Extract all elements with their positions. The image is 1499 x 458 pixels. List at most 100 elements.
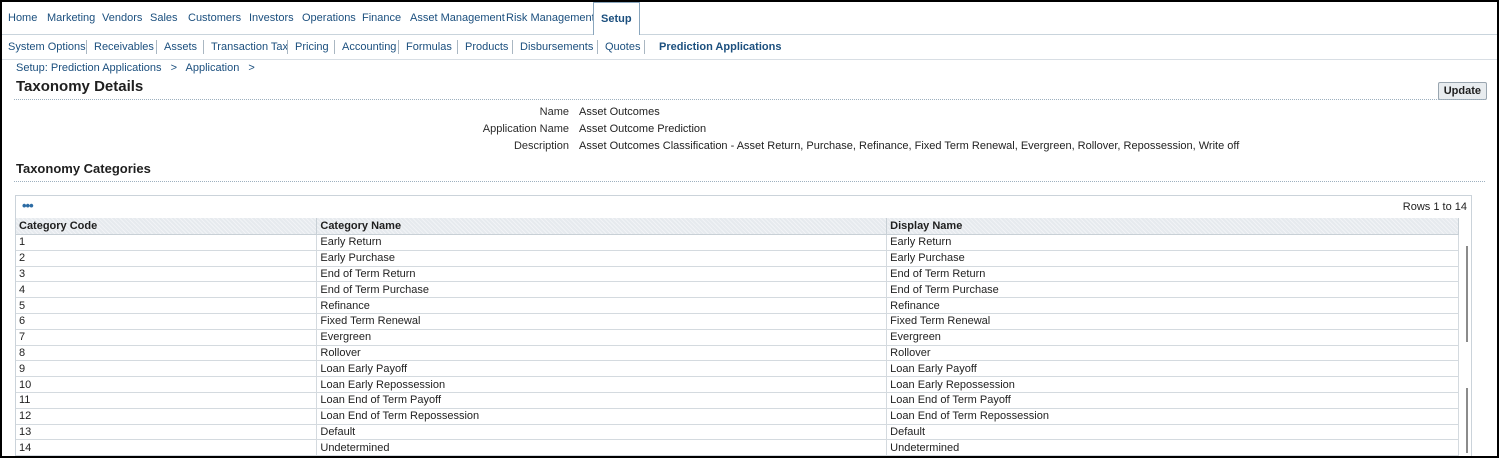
section-divider xyxy=(14,181,1485,182)
subtab-accounting[interactable]: Accounting xyxy=(342,35,396,59)
breadcrumb-separator: > xyxy=(248,62,255,74)
subtab-separator xyxy=(457,40,458,54)
categories-table: Category Code Category Name Display Name… xyxy=(16,218,1459,456)
category-code-cell: 9 xyxy=(16,360,318,378)
table-row: 8 Rollover Rollover xyxy=(16,345,1459,362)
column-header-display-name[interactable]: Display Name xyxy=(886,218,1459,235)
description-label: Description xyxy=(513,140,569,152)
more-actions-icon[interactable]: ••• xyxy=(22,198,34,213)
name-label: Name xyxy=(539,106,569,118)
table-row: 13 Default Default xyxy=(16,424,1459,441)
app-window: Home Marketing Vendors Sales Customers I… xyxy=(0,0,1499,458)
category-name-cell: Early Purchase xyxy=(316,250,888,267)
category-name-cell: Undetermined xyxy=(316,439,888,456)
display-name-cell: Undetermined xyxy=(886,439,1459,456)
subtab-transaction-tax[interactable]: Transaction Tax xyxy=(211,35,288,59)
display-name-cell: Rollover xyxy=(886,345,1459,362)
category-name-cell: Early Return xyxy=(316,234,888,251)
update-button[interactable]: Update xyxy=(1437,82,1487,100)
category-code-cell: 2 xyxy=(16,250,318,267)
display-name-cell: Early Purchase xyxy=(886,250,1459,267)
subtab-separator xyxy=(203,40,204,54)
title-divider xyxy=(14,99,1485,100)
category-name-cell: Loan Early Repossession xyxy=(316,376,888,393)
sub-tab-bar: System Options Receivables Assets Transa… xyxy=(2,35,1497,60)
category-code-cell: 3 xyxy=(16,266,318,283)
category-code-cell: 12 xyxy=(16,408,318,425)
category-code-cell: 8 xyxy=(16,345,318,362)
subtab-quotes[interactable]: Quotes xyxy=(605,35,640,59)
display-name-cell: Evergreen xyxy=(886,329,1459,346)
breadcrumb-link-application[interactable]: Application xyxy=(186,62,240,74)
column-header-category-name[interactable]: Category Name xyxy=(316,218,888,235)
subtab-products[interactable]: Products xyxy=(465,35,508,59)
table-toolbar: ••• Rows 1 to 14 xyxy=(16,196,1471,218)
subtab-receivables[interactable]: Receivables xyxy=(94,35,154,59)
table-row: 3 End of Term Return End of Term Return xyxy=(16,266,1459,283)
table-row: 11 Loan End of Term Payoff Loan End of Ter… xyxy=(16,392,1459,409)
category-code-cell: 1 xyxy=(16,234,318,251)
tab-finance[interactable]: Finance xyxy=(362,2,401,34)
subtab-separator xyxy=(156,40,157,54)
display-name-cell: End of Term Purchase xyxy=(886,281,1459,299)
scrollbar-track xyxy=(1466,388,1468,453)
table-row: 14 Undetermined Undetermined xyxy=(16,439,1459,456)
tab-investors[interactable]: Investors xyxy=(249,2,294,34)
table-row: 12 Loan End of Term Repossession Loan End … xyxy=(16,408,1459,425)
subtab-assets[interactable]: Assets xyxy=(164,35,197,59)
table-row: 7 Evergreen Evergreen xyxy=(16,329,1459,346)
subtab-formulas[interactable]: Formulas xyxy=(406,35,452,59)
table-row: 5 Refinance Refinance xyxy=(16,297,1459,314)
table-row: 10 Loan Early Repossession Loan Early Repo… xyxy=(16,376,1459,393)
table-row: 1 Early Return Early Return xyxy=(16,234,1459,251)
category-name-cell: Refinance xyxy=(316,297,888,314)
tab-setup[interactable]: Setup xyxy=(593,2,640,35)
top-tab-bar: Home Marketing Vendors Sales Customers I… xyxy=(2,2,1497,35)
breadcrumb-link-prediction-applications[interactable]: Setup: Prediction Applications xyxy=(16,62,162,74)
category-name-cell: Rollover xyxy=(316,345,888,362)
table-row: 2 Early Purchase Early Purchase xyxy=(16,250,1459,267)
tab-home[interactable]: Home xyxy=(8,2,37,34)
table-row: 6 Fixed Term Renewal Fixed Term Renewal xyxy=(16,313,1459,330)
display-name-cell: Fixed Term Renewal xyxy=(886,313,1459,330)
tab-customers[interactable]: Customers xyxy=(188,2,241,34)
subtab-separator xyxy=(398,40,399,54)
subtab-pricing[interactable]: Pricing xyxy=(295,35,329,59)
category-name-cell: Loan Early Payoff xyxy=(316,360,888,378)
table-header-row: Category Code Category Name Display Name xyxy=(16,218,1459,235)
category-code-cell: 13 xyxy=(16,424,318,441)
category-name-cell: Default xyxy=(316,424,888,441)
tab-sales[interactable]: Sales xyxy=(150,2,178,34)
subtab-system-options[interactable]: System Options xyxy=(8,35,86,59)
subtab-disbursements[interactable]: Disbursements xyxy=(520,35,593,59)
display-name-cell: Early Return xyxy=(886,234,1459,251)
subtab-separator xyxy=(334,40,335,54)
breadcrumb-separator: > xyxy=(170,62,178,74)
subtab-prediction-applications[interactable]: Prediction Applications xyxy=(659,35,781,59)
application-name-label: Application Name xyxy=(482,123,569,135)
page-title: Taxonomy Details xyxy=(16,78,144,95)
category-name-cell: Fixed Term Renewal xyxy=(316,313,888,330)
display-name-cell: Loan End of Term Repossession xyxy=(886,408,1459,425)
subtab-separator xyxy=(644,40,645,54)
breadcrumb: Setup: Prediction Applications > Applica… xyxy=(16,62,261,74)
tab-marketing[interactable]: Marketing xyxy=(47,2,95,34)
display-name-cell: Refinance xyxy=(886,297,1459,314)
tab-asset-management[interactable]: Asset Management xyxy=(410,2,505,34)
tab-vendors[interactable]: Vendors xyxy=(102,2,142,34)
section-title: Taxonomy Categories xyxy=(16,161,151,176)
subtab-separator xyxy=(86,40,87,54)
category-code-cell: 5 xyxy=(16,297,318,314)
display-name-cell: Loan Early Payoff xyxy=(886,360,1459,378)
description-value: Asset Outcomes Classification - Asset Re… xyxy=(579,140,1240,152)
table-row: 4 End of Term Purchase End of Term Purchas… xyxy=(16,281,1459,299)
display-name-cell: Loan Early Repossession xyxy=(886,376,1459,393)
tab-risk-management[interactable]: Risk Management xyxy=(506,2,595,34)
subtab-separator xyxy=(512,40,513,54)
category-name-cell: End of Term Purchase xyxy=(316,281,888,299)
table-scrollbar[interactable] xyxy=(1464,238,1470,456)
tab-operations[interactable]: Operations xyxy=(302,2,356,34)
column-header-category-code[interactable]: Category Code xyxy=(16,218,318,235)
category-code-cell: 4 xyxy=(16,281,318,299)
category-name-cell: Evergreen xyxy=(316,329,888,346)
